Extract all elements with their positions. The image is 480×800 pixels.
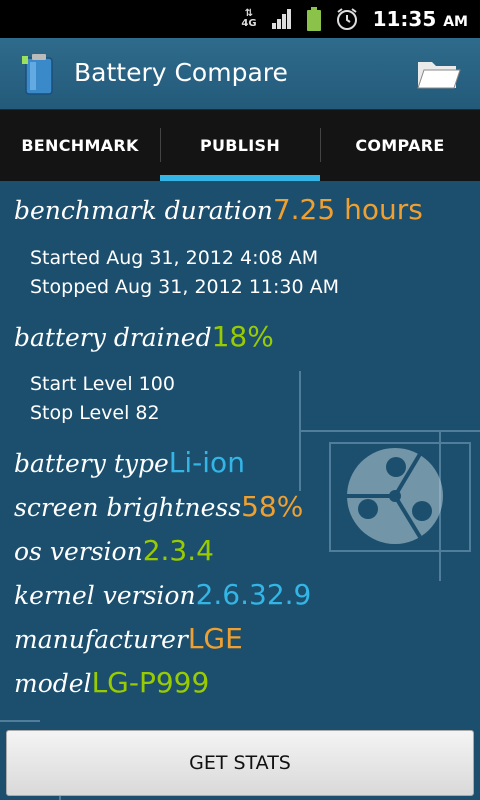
os-version-value: 2.3.4 (142, 534, 214, 567)
status-bar: ⇅ 4G 11:35 AM (0, 0, 480, 38)
start-level-text: Start Level 100 (30, 373, 175, 395)
network-type: 4G (241, 18, 257, 29)
brightness-row: screen brightness58% (14, 490, 303, 523)
status-icons: ⇅ 4G 11:35 AM (241, 0, 468, 38)
tab-publish[interactable]: PUBLISH (160, 110, 320, 181)
kernel-version-value: 2.6.32.9 (195, 578, 312, 611)
brightness-value: 58% (241, 490, 304, 523)
kernel-version-row: kernel version2.6.32.9 (14, 578, 311, 611)
action-bar: Battery Compare (0, 38, 480, 110)
clock-time: 11:35 (372, 7, 437, 31)
drained-value: 18% (211, 320, 274, 353)
manufacturer-value: LGE (187, 622, 243, 655)
battery-type-row: battery typeLi-ion (14, 446, 245, 479)
clock-ampm: AM (443, 14, 468, 30)
stop-level-text: Stop Level 82 (30, 402, 160, 424)
duration-label: benchmark duration (14, 196, 273, 225)
os-version-label: os version (14, 537, 143, 566)
app-title: Battery Compare (74, 58, 288, 87)
manufacturer-label: manufacturer (14, 625, 188, 654)
battery-type-label: battery type (14, 449, 169, 478)
clock: 11:35 AM (373, 7, 468, 31)
data-arrows-icon: ⇅ 4G (241, 8, 257, 29)
kernel-version-label: kernel version (14, 581, 196, 610)
manufacturer-row: manufacturerLGE (14, 622, 243, 655)
battery-type-value: Li-ion (168, 446, 245, 479)
alarm-icon (336, 8, 357, 30)
brightness-label: screen brightness (14, 493, 242, 522)
model-value: LG-P999 (91, 666, 210, 699)
battery-icon (306, 7, 321, 31)
model-label: model (14, 669, 92, 698)
tab-benchmark[interactable]: BENCHMARK (0, 110, 160, 181)
folder-icon[interactable] (416, 54, 462, 94)
signal-icon (271, 9, 291, 29)
tab-compare[interactable]: COMPARE (320, 110, 480, 181)
publish-panel[interactable]: benchmark duration7.25 hours Started Aug… (0, 181, 480, 800)
os-version-row: os version2.3.4 (14, 534, 214, 567)
drained-row: battery drained18% (14, 320, 274, 353)
app-battery-icon (22, 54, 53, 95)
model-row: modelLG-P999 (14, 666, 209, 699)
duration-value: 7.25 hours (272, 193, 423, 226)
get-stats-button[interactable]: GET STATS (6, 730, 474, 796)
stopped-text: Stopped Aug 31, 2012 11:30 AM (30, 276, 340, 298)
tab-bar: BENCHMARK PUBLISH COMPARE (0, 110, 480, 181)
drained-label: battery drained (14, 323, 212, 352)
started-text: Started Aug 31, 2012 4:08 AM (30, 247, 319, 269)
duration-row: benchmark duration7.25 hours (14, 193, 423, 226)
